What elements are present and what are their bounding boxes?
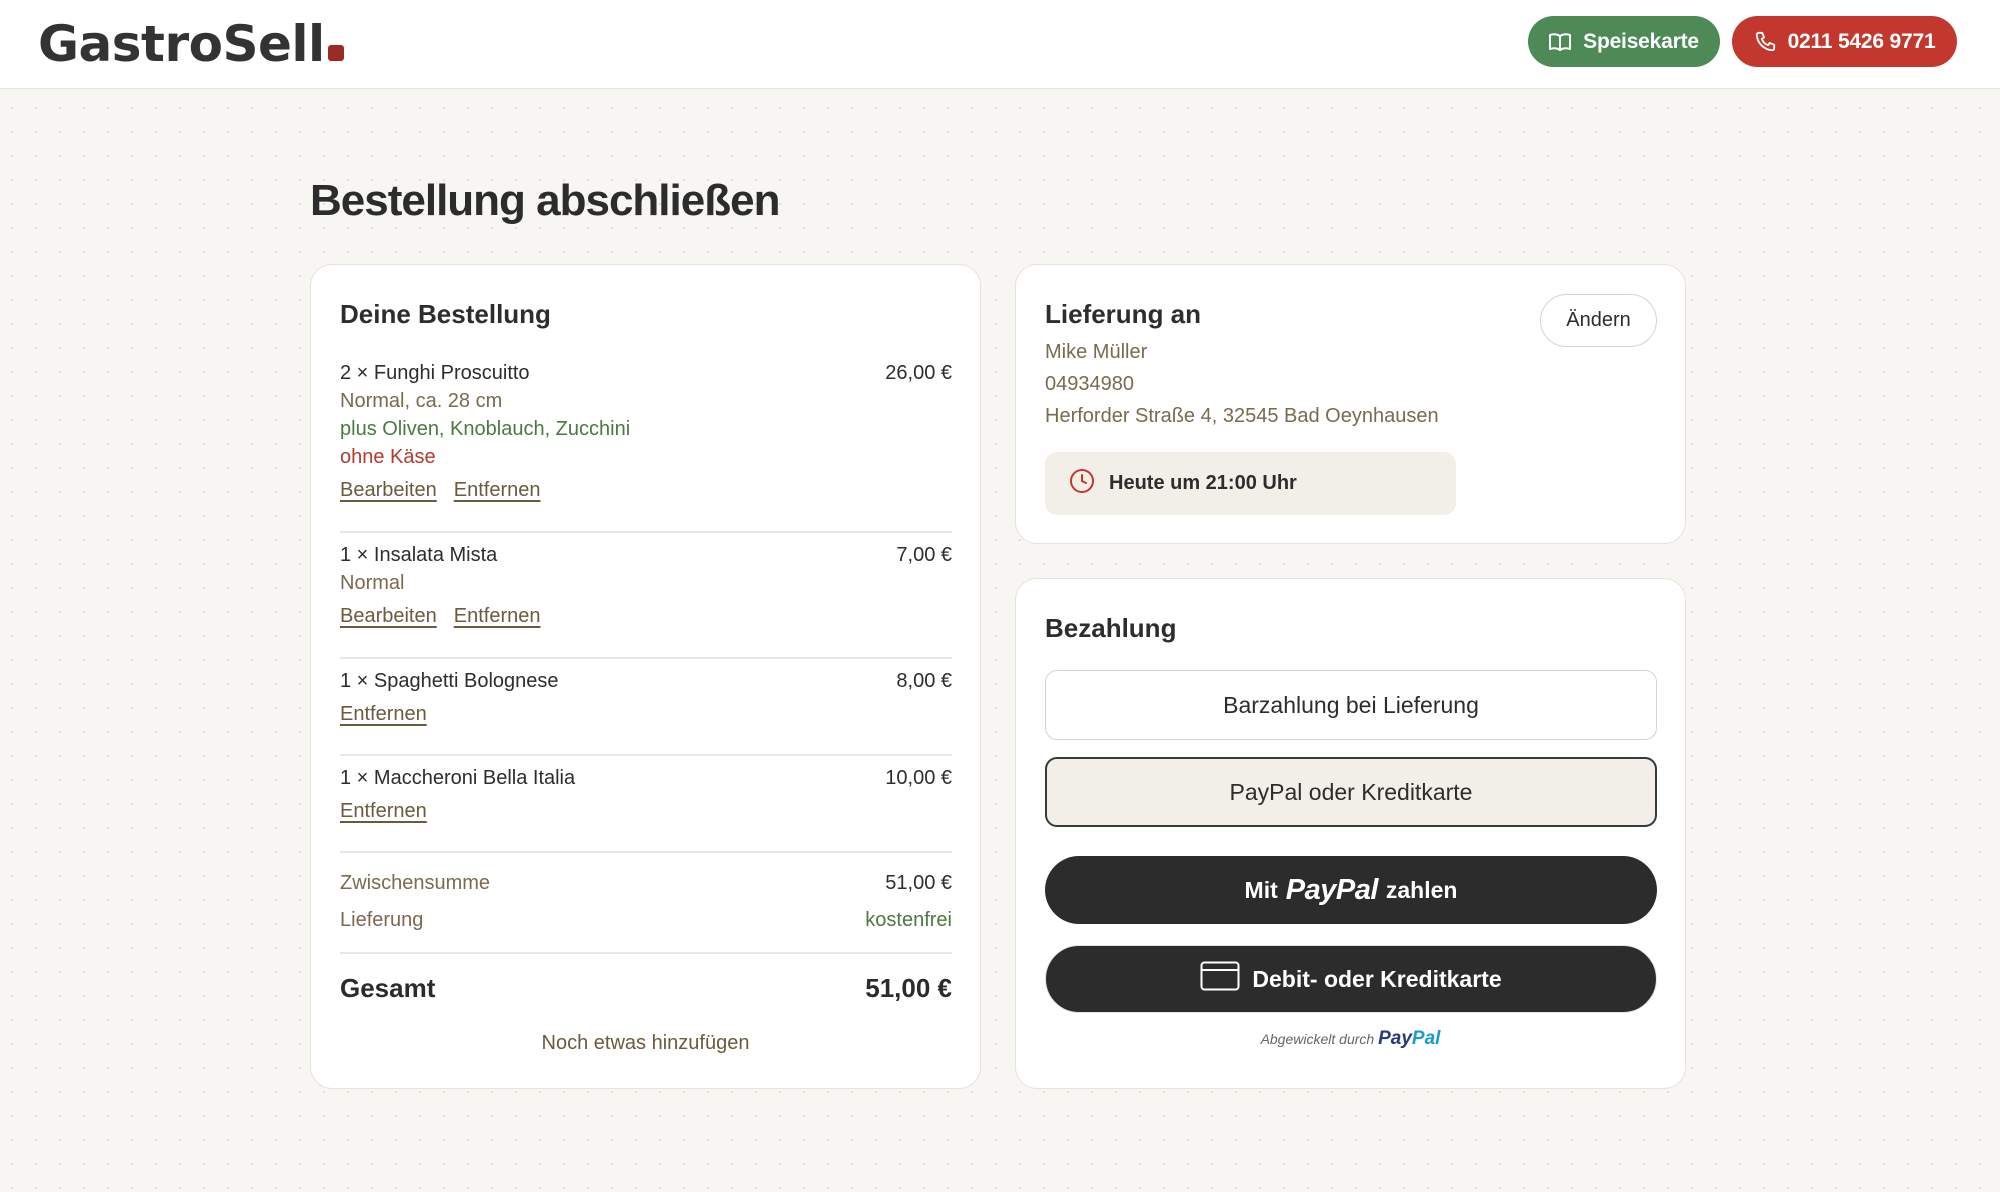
logo[interactable]: GastroSell xyxy=(38,14,344,74)
delivery-fee-label: Lieferung xyxy=(340,909,424,931)
delivery-fee-value: kostenfrei xyxy=(865,909,952,931)
item-price: 10,00 € xyxy=(885,767,952,789)
page-title: Bestellung abschließen xyxy=(310,176,780,225)
total-value: 51,00 € xyxy=(865,973,952,1003)
paypal-mini-logo-a: Pay xyxy=(1378,1028,1412,1049)
divider xyxy=(340,851,952,853)
delivery-time-label: Heute um 21:00 Uhr xyxy=(1109,472,1297,494)
powered-by-paypal: Abgewickelt durch PayPal xyxy=(1016,1028,1685,1050)
paypal-mini-logo-b: Pal xyxy=(1411,1028,1441,1049)
card-pay-button[interactable]: Debit- oder Kreditkarte xyxy=(1045,945,1657,1013)
pay-cash-option[interactable]: Barzahlung bei Lieferung xyxy=(1045,670,1657,740)
edit-item-link[interactable]: Bearbeiten xyxy=(340,602,437,630)
pay-paypal-option[interactable]: PayPal oder Kreditkarte xyxy=(1045,757,1657,827)
credit-card-icon xyxy=(1200,961,1240,997)
item-name: 2 × Funghi Proscuitto xyxy=(340,362,530,384)
delivery-card: Lieferung an Ändern Mike Müller 04934980… xyxy=(1015,264,1686,544)
item-price: 26,00 € xyxy=(885,362,952,384)
item-variant: Normal, ca. 28 cm xyxy=(340,390,503,412)
item-extras: plus Oliven, Knoblauch, Zucchini xyxy=(340,418,631,440)
item-name: 1 × Spaghetti Bolognese xyxy=(340,670,559,692)
menu-button[interactable]: Speisekarte xyxy=(1528,16,1720,67)
paypal-suffix: zahlen xyxy=(1385,876,1458,903)
divider xyxy=(340,952,952,954)
order-item: 2 × Funghi Proscuitto 26,00 € Normal, ca… xyxy=(340,359,952,504)
delivery-fee-row: Lieferung kostenfrei xyxy=(340,906,952,934)
order-item: 1 × Insalata Mista 7,00 € Normal Bearbei… xyxy=(340,541,952,630)
subtotal-row: Zwischensumme 51,00 € xyxy=(340,869,952,897)
item-name: 1 × Maccheroni Bella Italia xyxy=(340,767,576,789)
payment-card: Bezahlung Barzahlung bei Lieferung PayPa… xyxy=(1015,578,1686,1089)
paypal-prefix: Mit xyxy=(1244,876,1278,903)
item-name: 1 × Insalata Mista xyxy=(340,544,498,566)
order-title: Deine Bestellung xyxy=(340,299,551,329)
item-price: 8,00 € xyxy=(896,670,952,692)
payment-title: Bezahlung xyxy=(1045,613,1177,643)
item-variant: Normal xyxy=(340,572,405,594)
logo-dot xyxy=(327,45,344,61)
add-more-link[interactable]: Noch etwas hinzufügen xyxy=(311,1032,980,1055)
customer-name: Mike Müller xyxy=(1045,341,1148,363)
delivery-title: Lieferung an xyxy=(1045,299,1202,329)
customer-phone: 04934980 xyxy=(1045,373,1134,395)
phone-icon xyxy=(1754,31,1776,53)
remove-item-link[interactable]: Entfernen xyxy=(340,797,427,825)
phone-button[interactable]: 0211 5426 9771 xyxy=(1732,16,1957,67)
clock-icon xyxy=(1069,468,1095,500)
divider xyxy=(340,531,952,533)
paypal-logo: PayPal xyxy=(1285,873,1379,906)
subtotal-label: Zwischensumme xyxy=(340,872,491,894)
total-row: Gesamt 51,00 € xyxy=(340,971,952,1005)
phone-button-label: 0211 5426 9771 xyxy=(1787,29,1936,53)
item-without: ohne Käse xyxy=(340,446,436,468)
paypal-pay-button[interactable]: Mit PayPal zahlen xyxy=(1045,856,1657,924)
menu-button-label: Speisekarte xyxy=(1583,29,1699,53)
order-item: 1 × Maccheroni Bella Italia 10,00 € Entf… xyxy=(340,764,952,825)
subtotal-value: 51,00 € xyxy=(885,872,952,894)
order-card: Deine Bestellung 2 × Funghi Proscuitto 2… xyxy=(310,264,981,1089)
order-item: 1 × Spaghetti Bolognese 8,00 € Entfernen xyxy=(340,667,952,728)
divider xyxy=(340,754,952,756)
top-header: GastroSell Speisekarte 0211 5426 9771 xyxy=(0,0,2000,89)
powered-by-label: Abgewickelt durch xyxy=(1260,1031,1375,1047)
total-label: Gesamt xyxy=(340,973,436,1003)
card-pay-label: Debit- oder Kreditkarte xyxy=(1252,965,1502,992)
edit-item-link[interactable]: Bearbeiten xyxy=(340,476,437,504)
remove-item-link[interactable]: Entfernen xyxy=(340,700,427,728)
paypal-mini-logo: PayPal xyxy=(1378,1028,1440,1049)
book-icon xyxy=(1549,32,1572,52)
logo-text: GastroSell xyxy=(38,15,325,73)
delivery-time[interactable]: Heute um 21:00 Uhr xyxy=(1045,452,1456,515)
item-price: 7,00 € xyxy=(896,544,952,566)
customer-address: Herforder Straße 4, 32545 Bad Oeynhausen xyxy=(1045,405,1439,427)
remove-item-link[interactable]: Entfernen xyxy=(454,602,541,630)
change-address-button[interactable]: Ändern xyxy=(1540,294,1657,347)
remove-item-link[interactable]: Entfernen xyxy=(454,476,541,504)
divider xyxy=(340,657,952,659)
